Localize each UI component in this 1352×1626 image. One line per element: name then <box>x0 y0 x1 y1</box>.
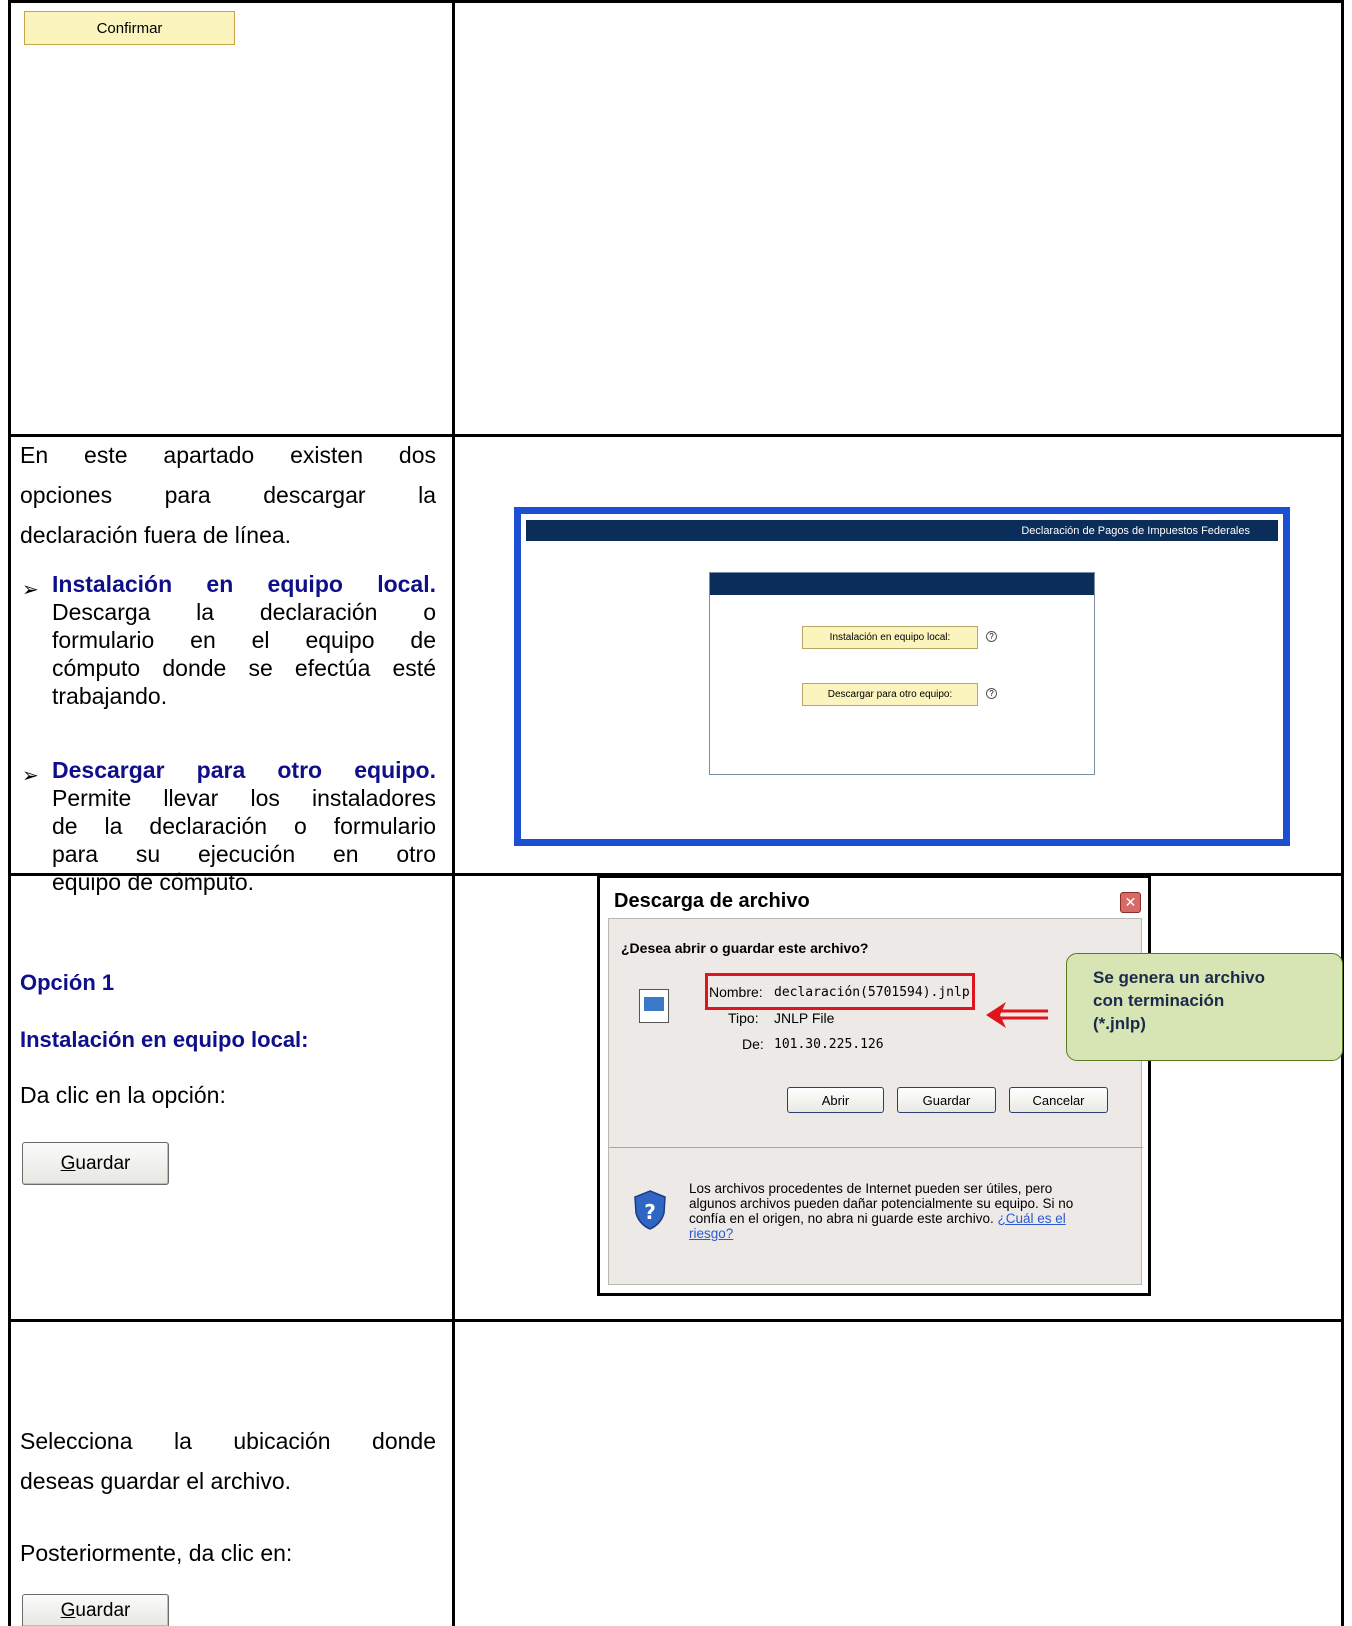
download-options-screenshot: Declaración de Pagos de Impuestos Federa… <box>514 507 1290 846</box>
select-line: deseas guardar el archivo. <box>20 1468 292 1494</box>
intro-line: En este apartado existen dos <box>20 442 436 468</box>
warning-line: algunos archivos pueden dañar potencialm… <box>689 1196 1074 1211</box>
bullet-other-title: Descargar para otro equipo. <box>52 757 436 783</box>
callout-line: (*.jnlp) <box>1093 1014 1146 1033</box>
jnlp-callout: Se genera un archivo con terminación (*.… <box>1066 953 1343 1061</box>
bullet-line: formulario en el equipo de <box>52 627 436 653</box>
red-arrow-icon <box>986 1002 1048 1028</box>
filename-highlight <box>705 973 975 1010</box>
table-top-border <box>8 0 1344 3</box>
help-icon[interactable]: ? <box>986 688 997 699</box>
options-box: Instalación en equipo local: ? Descargar… <box>709 572 1095 775</box>
table-left-border <box>8 0 11 1626</box>
help-icon[interactable]: ? <box>986 631 997 642</box>
row-divider-1 <box>8 434 1344 437</box>
risk-link[interactable]: riesgo? <box>689 1226 1119 1241</box>
intro-line: opciones para descargar la <box>20 482 436 508</box>
type-label: Tipo: <box>728 1010 759 1026</box>
save-button-label: uardar <box>75 1152 131 1174</box>
confirm-button[interactable]: Confirmar <box>24 11 235 45</box>
bullet-line: Permite llevar los instaladores <box>52 785 436 811</box>
row-divider-3 <box>8 1319 1344 1322</box>
cancel-button[interactable]: Cancelar <box>1009 1087 1108 1113</box>
callout-line: Se genera un archivo <box>1093 968 1265 987</box>
warning-line: confía en el origen, no abra ni guarde e… <box>689 1211 1066 1226</box>
from-value: 101.30.225.126 <box>774 1037 884 1052</box>
install-local-button[interactable]: Instalación en equipo local: <box>802 626 978 649</box>
bullet-line: para su ejecución en otro <box>52 841 436 867</box>
bullet-line: trabajando. <box>52 683 168 709</box>
select-location-text: Selecciona la ubicación donde deseas gua… <box>20 1426 436 1497</box>
option-title: Opción 1 <box>20 970 115 995</box>
table-right-border <box>1341 0 1344 1626</box>
options-box-header <box>710 573 1094 595</box>
bullet-line: cómputo donde se efectúa esté <box>52 655 436 681</box>
from-label: De: <box>742 1036 764 1052</box>
bullet-line: de la declaración o formulario <box>52 813 436 839</box>
save-button-label: uardar <box>75 1599 131 1621</box>
open-button[interactable]: Abrir <box>787 1087 884 1113</box>
dialog-title: Descarga de archivo <box>614 890 810 912</box>
dialog-body: ¿Desea abrir o guardar este archivo? Nom… <box>608 918 1143 1285</box>
download-other-button[interactable]: Descargar para otro equipo: <box>802 683 978 706</box>
dialog-separator <box>609 1147 1143 1148</box>
bullet-local-title: Instalación en equipo local. <box>52 571 436 597</box>
table-column-divider <box>452 0 455 1626</box>
save-button[interactable]: Guardar <box>22 1142 169 1185</box>
type-value: JNLP File <box>774 1010 835 1026</box>
warning-text: Los archivos procedentes de Internet pue… <box>689 1181 1119 1241</box>
dialog-save-button[interactable]: Guardar <box>897 1087 996 1113</box>
download-dialog: Descarga de archivo ✕ ¿Desea abrir o gua… <box>597 875 1151 1296</box>
svg-text:?: ? <box>644 1200 656 1224</box>
select-line: Selecciona la ubicación donde <box>20 1428 436 1454</box>
intro-paragraph: En este apartado existen dos opciones pa… <box>20 440 436 551</box>
intro-line: declaración fuera de línea. <box>20 522 292 548</box>
callout-line: con terminación <box>1093 991 1225 1010</box>
close-icon[interactable]: ✕ <box>1120 892 1141 913</box>
warning-line: Los archivos procedentes de Internet pue… <box>689 1181 1053 1196</box>
save-button[interactable]: Guardar <box>22 1594 169 1626</box>
bullet-other: Descargar para otro equipo. Permite llev… <box>52 756 436 896</box>
then-click-text: Posteriormente, da clic en: <box>20 1540 293 1566</box>
screen-header: Declaración de Pagos de Impuestos Federa… <box>526 520 1278 541</box>
jnlp-file-icon <box>639 989 669 1023</box>
arrow-bullet-icon: ➢ <box>22 765 39 787</box>
bullet-line: Descarga la declaración o <box>52 599 436 625</box>
dialog-question: ¿Desea abrir o guardar este archivo? <box>621 940 869 956</box>
bullet-local: Instalación en equipo local. Descarga la… <box>52 570 436 710</box>
bullet-line: equipo de cómputo. <box>52 869 255 895</box>
risk-link[interactable]: ¿Cuál es el <box>997 1211 1065 1226</box>
option-subtitle: Instalación en equipo local: <box>20 1027 309 1052</box>
click-instruction: Da clic en la opción: <box>20 1082 226 1108</box>
save-button-accesskey: G <box>60 1599 76 1621</box>
save-button-accesskey: G <box>60 1152 76 1174</box>
arrow-bullet-icon: ➢ <box>22 579 39 601</box>
shield-icon: ? <box>634 1190 666 1230</box>
